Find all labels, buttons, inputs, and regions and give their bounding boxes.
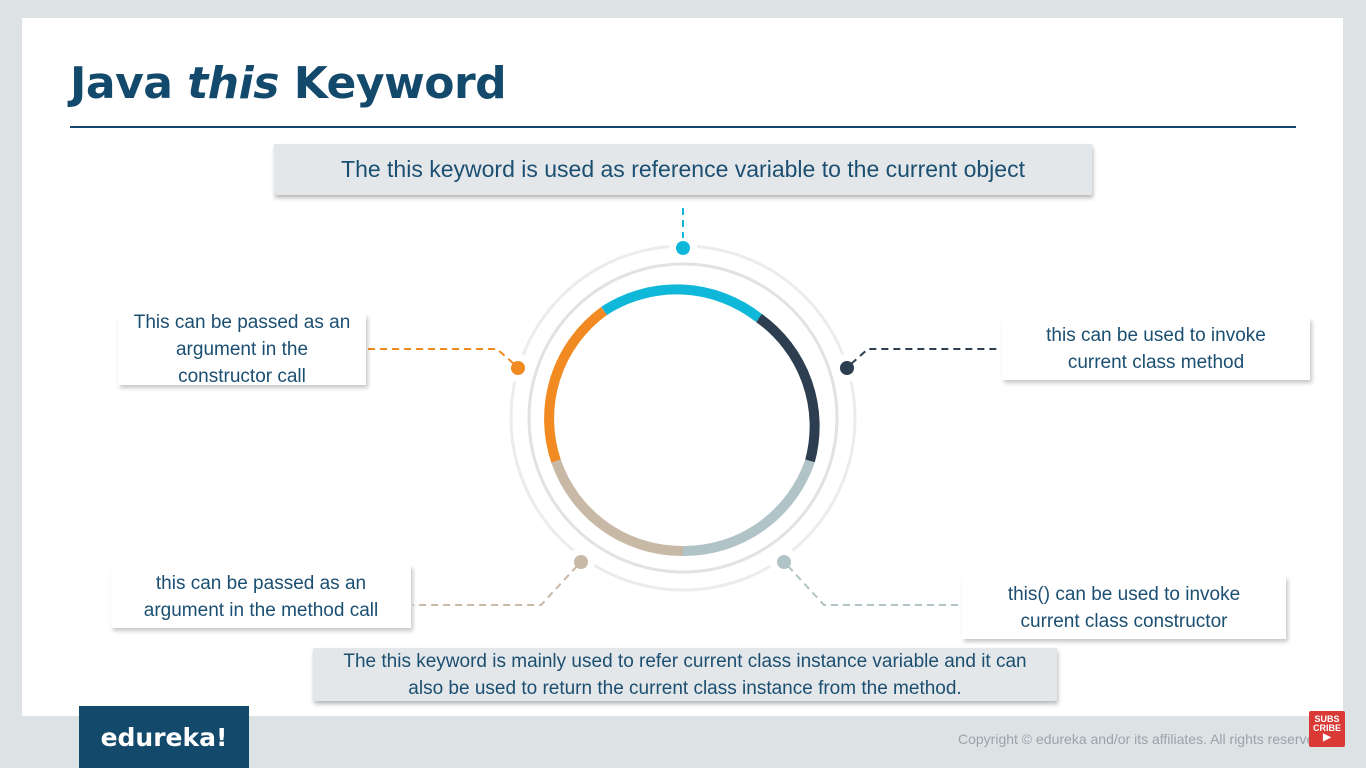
logo-text: edureka! [100,722,228,752]
summary-box: The this keyword is mainly used to refer… [313,648,1057,701]
summary-text: The this keyword is mainly used to refer… [343,650,1027,699]
subscribe-button[interactable]: SUBS CRIBE ▶ [1309,711,1345,747]
point-invoke-constructor: this() can be used to invoke current cla… [962,576,1286,639]
youtube-play-icon: ▶ [1323,732,1331,743]
definition-box: The this keyword is used as reference va… [274,144,1092,195]
point-constructor-argument: This can be passed as an argument in the… [118,312,366,387]
point-constructor-argument-text: This can be passed as an argument in the… [133,312,351,387]
page-title: Java this Keyword [70,58,507,109]
point-method-argument-text: this can be passed as an argument in the… [143,572,379,621]
title-underline [70,126,1296,128]
definition-text: The this keyword is used as reference va… [341,156,1025,182]
point-method-argument: this can be passed as an argument in the… [111,565,411,628]
copyright-notice: Copyright © edureka and/or its affiliate… [958,731,1310,747]
point-invoke-method-text: this can be used to invoke current class… [1046,325,1266,373]
point-invoke-method: this can be used to invoke current class… [1002,318,1310,380]
edureka-logo: edureka! [79,706,249,768]
point-invoke-constructor-text: this() can be used to invoke current cla… [1007,583,1241,632]
